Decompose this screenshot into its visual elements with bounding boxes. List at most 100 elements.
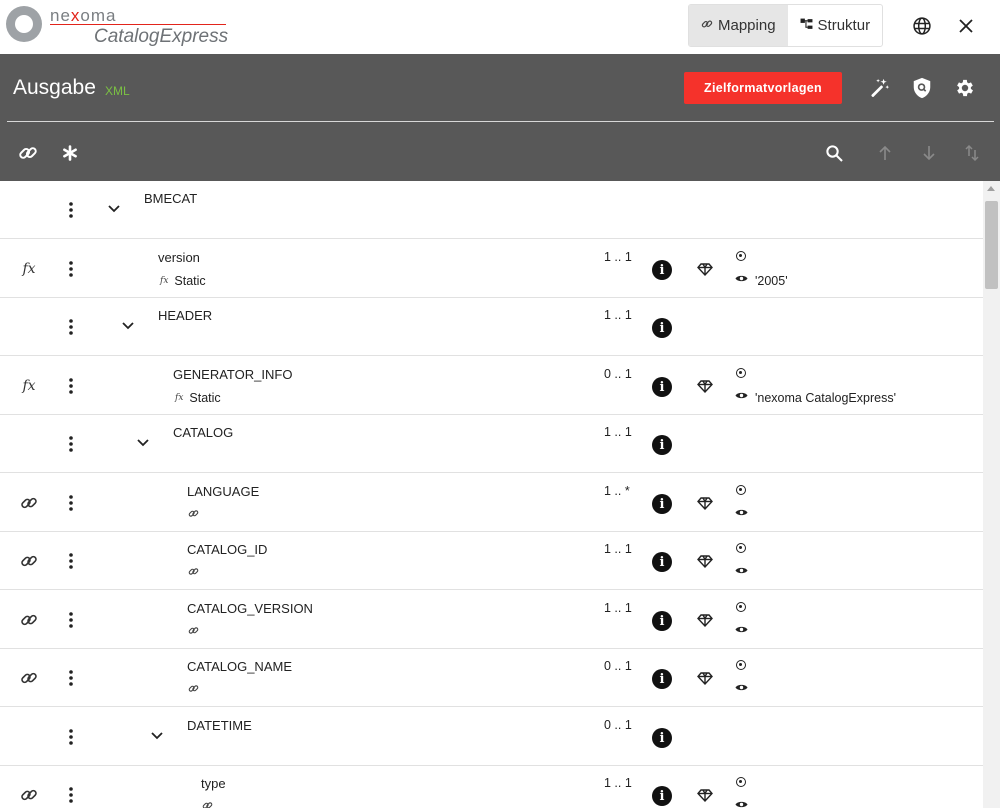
link-icon[interactable] bbox=[15, 140, 41, 166]
more-vert-icon[interactable] bbox=[60, 357, 82, 415]
diamond-icon[interactable] bbox=[696, 670, 714, 686]
function-small-icon: fx bbox=[175, 393, 184, 403]
diamond-icon[interactable] bbox=[696, 787, 714, 803]
cardinality: 1 .. 1 bbox=[604, 308, 632, 322]
link-small-icon bbox=[188, 683, 199, 694]
mapping-toggle-button[interactable]: Mapping bbox=[689, 5, 788, 46]
link-icon[interactable] bbox=[17, 474, 41, 532]
more-vert-icon[interactable] bbox=[60, 298, 82, 356]
eye-icon[interactable] bbox=[735, 682, 748, 692]
more-vert-icon[interactable] bbox=[60, 532, 82, 590]
diamond-icon[interactable] bbox=[696, 261, 714, 277]
cardinality: 1 .. 1 bbox=[604, 250, 632, 264]
tree-row[interactable]: fx version fx Static 1 .. 1 i '2005' bbox=[0, 240, 983, 298]
diamond-icon[interactable] bbox=[696, 612, 714, 628]
info-icon[interactable]: i bbox=[652, 786, 672, 806]
scroll-up-arrow-icon[interactable] bbox=[987, 186, 995, 191]
mapping-source: fx Static bbox=[160, 274, 206, 288]
eye-icon[interactable] bbox=[735, 799, 748, 808]
more-vert-icon[interactable] bbox=[60, 649, 82, 707]
arrow-up-icon[interactable] bbox=[872, 140, 898, 166]
close-icon[interactable] bbox=[952, 12, 980, 40]
eye-icon[interactable] bbox=[735, 565, 748, 575]
chevron-down-icon[interactable] bbox=[135, 435, 151, 451]
logo-brand: nexoma bbox=[50, 6, 117, 25]
eye-icon[interactable] bbox=[735, 507, 748, 517]
radio-target-icon[interactable] bbox=[736, 251, 746, 261]
more-vert-icon[interactable] bbox=[60, 708, 82, 766]
more-vert-icon[interactable] bbox=[60, 591, 82, 649]
tree-row[interactable]: CATALOG_VERSION 1 .. 1 i bbox=[0, 591, 983, 649]
scrollbar-thumb[interactable] bbox=[985, 201, 998, 289]
radio-target-icon[interactable] bbox=[736, 602, 746, 612]
info-icon[interactable]: i bbox=[652, 435, 672, 455]
cardinality: 0 .. 1 bbox=[604, 659, 632, 673]
radio-target-icon[interactable] bbox=[736, 777, 746, 787]
link-small-icon bbox=[202, 800, 213, 808]
more-vert-icon[interactable] bbox=[60, 415, 82, 473]
tree-row[interactable]: type 1 .. 1 i bbox=[0, 766, 983, 808]
link-small-icon bbox=[188, 508, 199, 519]
tree-row[interactable]: CATALOG_NAME 0 .. 1 i bbox=[0, 649, 983, 707]
swap-vertical-icon[interactable] bbox=[959, 140, 985, 166]
shield-search-icon[interactable] bbox=[909, 75, 935, 101]
more-vert-icon[interactable] bbox=[60, 181, 82, 239]
info-icon[interactable]: i bbox=[652, 611, 672, 631]
info-icon[interactable]: i bbox=[652, 494, 672, 514]
tree-row[interactable]: HEADER 1 .. 1 i bbox=[0, 298, 983, 356]
arrow-down-icon[interactable] bbox=[916, 140, 942, 166]
link-icon[interactable] bbox=[17, 649, 41, 707]
tree-row[interactable]: CATALOG 1 .. 1 i bbox=[0, 415, 983, 473]
info-icon[interactable]: i bbox=[652, 377, 672, 397]
struktur-toggle-button[interactable]: Struktur bbox=[788, 5, 883, 46]
settings-gear-icon[interactable] bbox=[952, 75, 978, 101]
mapping-tree: BMECAT fx version fx Static 1 .. 1 i '200… bbox=[0, 181, 983, 808]
info-icon[interactable]: i bbox=[652, 669, 672, 689]
link-icon[interactable] bbox=[17, 591, 41, 649]
language-globe-icon[interactable] bbox=[908, 12, 936, 40]
tree-row[interactable]: LANGUAGE 1 .. * i bbox=[0, 474, 983, 532]
search-icon[interactable] bbox=[821, 140, 847, 166]
info-icon[interactable]: i bbox=[652, 260, 672, 280]
format-badge: XML bbox=[105, 84, 130, 98]
header-divider bbox=[7, 121, 994, 122]
vertical-scrollbar[interactable] bbox=[983, 181, 1000, 808]
cardinality: 1 .. * bbox=[604, 484, 630, 498]
info-icon[interactable]: i bbox=[652, 318, 672, 338]
info-icon[interactable]: i bbox=[652, 728, 672, 748]
chevron-down-icon[interactable] bbox=[120, 318, 136, 334]
node-name: version bbox=[158, 250, 200, 265]
logo-underline bbox=[50, 24, 226, 25]
app-logo: nexoma CatalogExpress bbox=[6, 4, 236, 50]
tree-row[interactable]: CATALOG_ID 1 .. 1 i bbox=[0, 532, 983, 590]
chevron-down-icon[interactable] bbox=[149, 728, 165, 744]
radio-target-icon[interactable] bbox=[736, 660, 746, 670]
more-vert-icon[interactable] bbox=[60, 766, 82, 808]
function-icon[interactable]: fx bbox=[17, 357, 41, 415]
radio-target-icon[interactable] bbox=[736, 543, 746, 553]
cardinality: 0 .. 1 bbox=[604, 718, 632, 732]
eye-icon[interactable] bbox=[735, 624, 748, 634]
asterisk-icon[interactable] bbox=[57, 140, 83, 166]
chevron-down-icon[interactable] bbox=[106, 201, 122, 217]
radio-target-icon[interactable] bbox=[736, 485, 746, 495]
tree-row[interactable]: fx GENERATOR_INFO fx Static 0 .. 1 i 'nex… bbox=[0, 357, 983, 415]
node-value: 'nexoma CatalogExpress' bbox=[755, 391, 896, 405]
function-icon[interactable]: fx bbox=[17, 240, 41, 298]
target-format-templates-button[interactable]: Zielformatvorlagen bbox=[684, 72, 842, 104]
tree-row[interactable]: BMECAT bbox=[0, 181, 983, 239]
diamond-icon[interactable] bbox=[696, 553, 714, 569]
diamond-icon[interactable] bbox=[696, 495, 714, 511]
mapping-source bbox=[188, 508, 199, 519]
tree-row[interactable]: DATETIME 0 .. 1 i bbox=[0, 708, 983, 766]
more-vert-icon[interactable] bbox=[60, 474, 82, 532]
eye-icon[interactable] bbox=[735, 390, 748, 400]
info-icon[interactable]: i bbox=[652, 552, 672, 572]
diamond-icon[interactable] bbox=[696, 378, 714, 394]
link-icon[interactable] bbox=[17, 766, 41, 808]
magic-wand-icon[interactable] bbox=[866, 75, 892, 101]
more-vert-icon[interactable] bbox=[60, 240, 82, 298]
eye-icon[interactable] bbox=[735, 273, 748, 283]
link-icon[interactable] bbox=[17, 532, 41, 590]
radio-target-icon[interactable] bbox=[736, 368, 746, 378]
